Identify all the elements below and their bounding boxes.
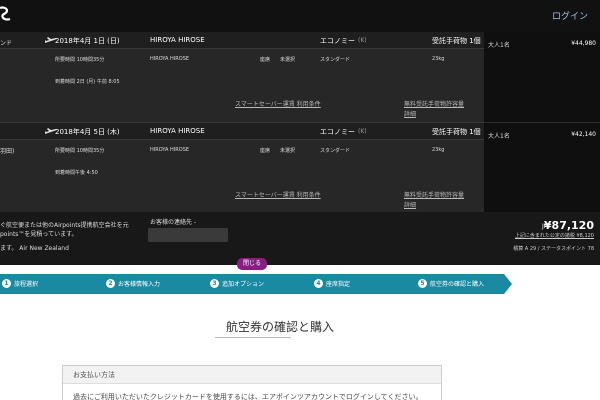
baggage-details-link[interactable]: 詳細 xyxy=(404,109,416,118)
step-number: 3 xyxy=(210,279,219,288)
cabin-class: エコノミー xyxy=(320,37,355,45)
step-label: 追加オプション xyxy=(222,281,265,288)
seat-label: 座席 xyxy=(260,148,271,154)
route-label: ンド xyxy=(0,40,13,47)
payment-method-title: お支払い方法 xyxy=(73,371,115,379)
baggage-allowance-link[interactable]: 無料受託手荷物許容量 xyxy=(404,99,464,108)
flight-segment-outbound: ンド 2018年4月 1日 (日) HIROYA HIROSE エコノミー (K… xyxy=(0,32,484,122)
step-number: 5 xyxy=(418,279,427,288)
flight-duration: 所要時間 10時間35分 xyxy=(55,148,105,154)
title-divider xyxy=(215,337,291,338)
payment-method-text: 過去にご利用いただいたクレジットカードを使用するには、エアポインツアカウントでロ… xyxy=(73,393,423,400)
top-bar: ログイン xyxy=(0,0,600,32)
tax-note[interactable]: 上記に含まれた公定の諸税 ¥8,120 xyxy=(515,232,594,239)
airpoints-note-line-1: ぐ航空便または他のAirpoints提携航空会社を元 xyxy=(0,222,129,229)
login-link[interactable]: ログイン xyxy=(552,9,588,22)
airline-logo-icon xyxy=(0,6,11,21)
flight-date: 2018年4月 5日 (木) xyxy=(55,128,120,136)
cabin-code: (K) xyxy=(358,37,367,44)
progress-steps: 1 旅程選択 2 お客様情報入力 3 追加オプション 4 座席指定 5 航空券の… xyxy=(0,274,512,294)
baggage-weight: 23kg xyxy=(432,56,445,62)
passenger-count: 大人1名 xyxy=(488,133,510,140)
step-number: 1 xyxy=(2,279,11,288)
passenger-name-small: HIROYA HIROSE xyxy=(150,147,190,153)
step-label: 航空券の確認と購入 xyxy=(430,281,485,288)
arrival-time: 到着時間 2日 (月) 午前 8:05 xyxy=(55,79,120,85)
fare-conditions-link[interactable]: スマートセーバー運賃 利用条件 xyxy=(235,99,321,108)
contact-label: お客様の連絡先 - xyxy=(150,219,197,226)
fare-type: スタンダード xyxy=(320,57,351,63)
step-label: 旅程選択 xyxy=(14,281,39,288)
passenger-name: HIROYA HIROSE xyxy=(150,127,205,135)
points-note: 積算 A 29 / ステータスポイント 78 xyxy=(513,246,594,252)
step-passenger-info[interactable]: 2 お客様情報入力 xyxy=(106,279,160,288)
seat-value: 未選択 xyxy=(280,57,296,63)
step-options[interactable]: 3 追加オプション xyxy=(210,279,264,288)
baggage-title: 受託手荷物 1個 xyxy=(432,128,481,136)
cabin-code: (K) xyxy=(358,128,367,135)
step-confirm-purchase[interactable]: 5 航空券の確認と購入 xyxy=(418,279,484,288)
seat-label: 座席 xyxy=(260,57,271,63)
step-itinerary[interactable]: 1 旅程選択 xyxy=(2,279,38,288)
step-label: お客様情報入力 xyxy=(118,281,161,288)
grand-total: ¥87,120 xyxy=(543,219,594,232)
flight-duration: 所要時間 10時間35分 xyxy=(55,57,105,63)
step-number: 4 xyxy=(314,279,323,288)
payment-method-panel: お支払い方法 過去にご利用いただいたクレジットカードを使用するには、エアポインツ… xyxy=(62,365,442,400)
close-summary-button[interactable]: 閉じる xyxy=(237,258,267,270)
baggage-details-link[interactable]: 詳細 xyxy=(404,200,416,209)
seat-value: 未選択 xyxy=(280,148,296,154)
flight-segment-return: 羽田) 2018年4月 5日 (木) HIROYA HIROSE エコノミー (… xyxy=(0,122,484,212)
fare-type: スタンダード xyxy=(320,148,351,154)
step-number: 2 xyxy=(106,279,115,288)
contact-redacted xyxy=(148,228,228,242)
step-label: 座席指定 xyxy=(326,281,351,288)
step-seat-selection[interactable]: 4 座席指定 xyxy=(314,279,350,288)
airpoints-note-line-3: ます。 Air New Zealand xyxy=(0,245,69,252)
fare-conditions-link[interactable]: スマートセーバー運賃 利用条件 xyxy=(235,190,321,199)
passenger-name-small: HIROYA HIROSE xyxy=(150,56,190,62)
route-label: 羽田) xyxy=(0,148,15,155)
price-column-outbound: 大人1名 ¥44,980 xyxy=(484,32,600,122)
baggage-weight: 23kg xyxy=(432,147,445,153)
payment-method-header: お支払い方法 xyxy=(63,366,441,384)
segment-price: ¥42,140 xyxy=(571,131,596,138)
cabin-class: エコノミー xyxy=(320,128,355,136)
flight-date: 2018年4月 1日 (日) xyxy=(55,37,120,45)
baggage-title: 受託手荷物 1個 xyxy=(432,37,481,45)
airpoints-note-line-2: points™を見積っています。 xyxy=(0,231,78,238)
segment-price: ¥44,980 xyxy=(571,40,596,47)
price-column-return: 大人1名 ¥42,140 xyxy=(484,122,600,212)
passenger-count: 大人1名 xyxy=(488,42,510,49)
passenger-name: HIROYA HIROSE xyxy=(150,36,205,44)
baggage-allowance-link[interactable]: 無料受託手荷物許容量 xyxy=(404,190,464,199)
page-title: 航空券の確認と購入 xyxy=(225,320,334,334)
arrival-time: 到着時間午後 4:50 xyxy=(55,170,98,176)
booking-summary: ぐ航空便または他のAirpoints提携航空会社を元 points™を見積ってい… xyxy=(0,212,600,265)
